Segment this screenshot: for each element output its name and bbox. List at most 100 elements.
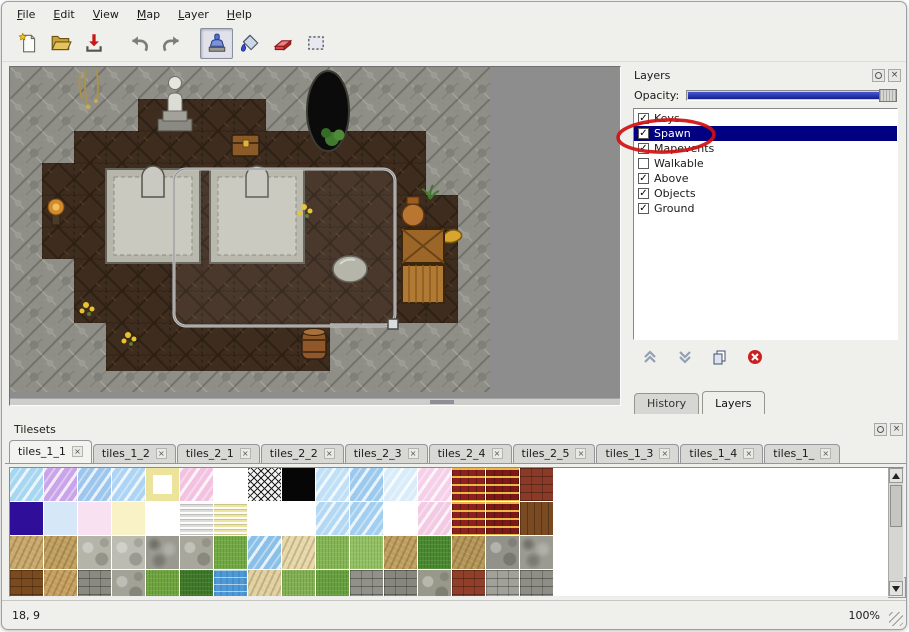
map-viewport[interactable] [9,66,621,406]
tab-close-icon[interactable]: × [408,448,419,459]
tile[interactable] [282,502,315,535]
tile[interactable] [282,570,315,597]
undo-button[interactable] [122,28,155,59]
new-file-button[interactable] [11,28,44,59]
tile[interactable] [214,570,247,597]
tileset-tab-tiles_2_3[interactable]: tiles_2_3× [345,444,428,463]
layer-row-mapevents[interactable]: ✓Mapevents [634,141,897,156]
tile[interactable] [248,570,281,597]
tile[interactable] [146,536,179,569]
tile[interactable] [146,468,179,501]
tile[interactable] [78,536,111,569]
duplicate-layer-button[interactable] [711,348,729,365]
layer-row-walkable[interactable]: Walkable [634,156,897,171]
tile[interactable] [316,536,349,569]
selection-tool-button[interactable] [299,28,332,59]
layer-visibility-checkbox[interactable]: ✓ [638,128,649,139]
tab-close-icon[interactable]: × [72,446,83,457]
move-layer-down-button[interactable] [676,348,694,365]
tile[interactable] [112,502,145,535]
tile[interactable] [282,468,315,501]
tile[interactable] [384,468,417,501]
scrollbar-thumb[interactable] [890,485,902,527]
tile[interactable] [486,536,519,569]
save-button[interactable] [77,28,110,59]
layer-visibility-checkbox[interactable] [638,158,649,169]
float-panel-button[interactable] [872,69,885,82]
fill-tool-button[interactable] [233,28,266,59]
tile[interactable] [44,570,77,597]
tileset-tab-tiles_2_4[interactable]: tiles_2_4× [429,444,512,463]
layer-row-keys[interactable]: ✓Keys [634,111,897,126]
menu-layer[interactable]: Layer [169,6,218,24]
tab-close-icon[interactable]: × [743,448,754,459]
tile[interactable] [418,502,451,535]
tile[interactable] [180,468,213,501]
tile[interactable] [248,468,281,501]
tile[interactable] [350,570,383,597]
close-panel-button[interactable]: × [890,423,903,436]
layer-list[interactable]: ✓Keys✓Spawn✓MapeventsWalkable✓Above✓Obje… [633,108,898,340]
tile[interactable] [44,502,77,535]
tile[interactable] [10,570,43,597]
tile[interactable] [486,502,519,535]
opacity-slider-handle[interactable] [879,89,897,102]
float-panel-button[interactable] [874,423,887,436]
layer-row-objects[interactable]: ✓Objects [634,186,897,201]
resize-grip[interactable] [889,612,903,626]
tileset-tab-tiles_1_1[interactable]: tiles_1_1× [9,440,92,463]
tile[interactable] [10,536,43,569]
tile[interactable] [486,570,519,597]
tile[interactable] [44,536,77,569]
tileset-tab-tiles_1_3[interactable]: tiles_1_3× [596,444,679,463]
layer-visibility-checkbox[interactable]: ✓ [638,203,649,214]
tile[interactable] [214,502,247,535]
tile[interactable] [10,468,43,501]
tile[interactable] [180,536,213,569]
scroll-down-button[interactable] [889,581,903,596]
tile[interactable] [10,502,43,535]
menu-help[interactable]: Help [218,6,261,24]
tile[interactable] [520,468,553,501]
tile[interactable] [520,536,553,569]
scrollbar-thumb[interactable] [430,400,454,404]
tile[interactable] [520,570,553,597]
tile[interactable] [146,502,179,535]
tile[interactable] [520,502,553,535]
menu-edit[interactable]: Edit [44,6,83,24]
layer-visibility-checkbox[interactable]: ✓ [638,173,649,184]
layer-row-above[interactable]: ✓Above [634,171,897,186]
layer-visibility-checkbox[interactable]: ✓ [638,143,649,154]
tab-close-icon[interactable]: × [820,448,831,459]
tile-grid[interactable] [10,468,553,597]
tile[interactable] [78,468,111,501]
tab-close-icon[interactable]: × [492,448,503,459]
tile[interactable] [316,502,349,535]
menu-view[interactable]: View [84,6,128,24]
close-panel-button[interactable]: × [888,69,901,82]
tile[interactable] [248,536,281,569]
tile[interactable] [452,570,485,597]
tab-close-icon[interactable]: × [324,448,335,459]
tileset-tab-tiles_1_4[interactable]: tiles_1_4× [680,444,763,463]
tile[interactable] [44,468,77,501]
tile[interactable] [112,570,145,597]
tile[interactable] [384,502,417,535]
selection-rectangle[interactable] [174,169,398,329]
tab-history[interactable]: History [634,393,699,414]
layer-row-ground[interactable]: ✓Ground [634,201,897,216]
scroll-up-button[interactable] [889,468,903,483]
tile[interactable] [316,468,349,501]
tileset-tab-tiles_1_2[interactable]: tiles_1_2× [93,444,176,463]
tile[interactable] [78,502,111,535]
opacity-slider[interactable] [686,90,897,101]
tile[interactable] [316,570,349,597]
tile[interactable] [248,502,281,535]
map-horizontal-scrollbar[interactable] [10,398,620,405]
tile[interactable] [384,536,417,569]
tileset-tab-tiles_1_[interactable]: tiles_1_× [764,444,840,463]
tab-layers[interactable]: Layers [702,391,764,414]
tile[interactable] [214,536,247,569]
tile[interactable] [418,536,451,569]
tile[interactable] [452,536,485,569]
